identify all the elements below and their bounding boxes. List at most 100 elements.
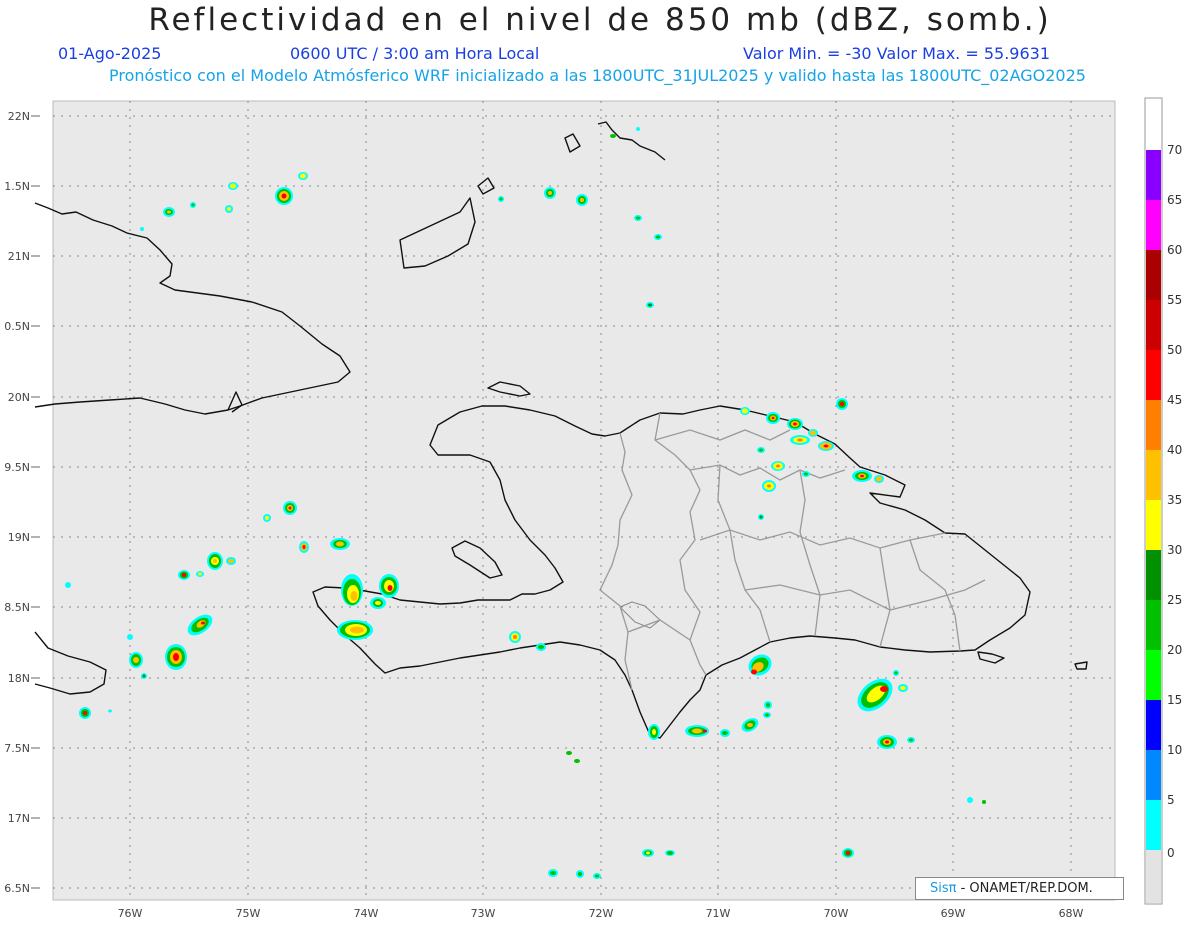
storm-cell: [634, 215, 642, 221]
colorbar-swatch: [1146, 850, 1161, 903]
storm-cell: [757, 447, 765, 453]
lat-label: 1.5N: [4, 180, 30, 193]
colorbar-tick: 35: [1167, 493, 1182, 507]
colorbar-swatch: [1146, 550, 1161, 600]
lat-label: 8.5N: [4, 601, 30, 614]
storm-cell: [207, 552, 223, 570]
colorbar-tick: 70: [1167, 143, 1182, 157]
colorbar: 70 65 60 55 50 45 40 35 30 25 20 15 10 5…: [1144, 97, 1182, 905]
storm-cell: [379, 574, 399, 598]
storm-cell: [196, 571, 204, 577]
lat-label: 20N: [8, 391, 30, 404]
storm-cell: [642, 849, 654, 857]
storm-cell: [685, 725, 709, 737]
colorbar-tick: 40: [1167, 443, 1182, 457]
storm-cell: [648, 724, 660, 740]
lon-label: 73W: [471, 907, 496, 920]
storm-cell: [141, 673, 147, 679]
storm-cell: [576, 870, 584, 878]
storm-cell: [646, 302, 654, 308]
credit-sis: Sisπ: [930, 881, 957, 896]
storm-cell: [808, 429, 818, 437]
storm-cell: [758, 514, 764, 520]
storm-cell: [226, 557, 236, 565]
storm-cell: [228, 182, 238, 190]
colorbar-tick: 25: [1167, 593, 1182, 607]
storm-cell: [790, 435, 810, 445]
colorbar-tick: 50: [1167, 343, 1182, 357]
storm-cell: [893, 670, 899, 676]
lat-label: 6.5N: [4, 882, 30, 895]
storm-cell: [337, 620, 373, 640]
colorbar-tick: 0: [1167, 846, 1175, 860]
lat-label: 22N: [8, 110, 30, 123]
storm-cell: [771, 461, 785, 471]
storm-cell: [852, 470, 872, 482]
storm-cell: [763, 712, 771, 718]
lon-label: 71W: [706, 907, 731, 920]
colorbar-swatch: [1146, 150, 1161, 200]
colorbar-tick: 30: [1167, 543, 1182, 557]
storm-cell: [275, 187, 293, 205]
storm-cell: [762, 480, 776, 492]
lat-label: 19N: [8, 531, 30, 544]
colorbar-swatch: [1146, 750, 1161, 800]
colorbar-tick: 45: [1167, 393, 1182, 407]
storm-cell: [787, 418, 803, 430]
storm-cell: [299, 541, 309, 553]
storm-cell: [163, 207, 175, 217]
storm-cell: [576, 194, 588, 206]
colorbar-tick: 20: [1167, 643, 1182, 657]
storm-cell: [548, 869, 558, 877]
colorbar-swatch: [1146, 400, 1161, 450]
colorbar-tick: 65: [1167, 193, 1182, 207]
lon-label: 74W: [354, 907, 379, 920]
storm-cell: [764, 701, 772, 709]
lon-label: 76W: [118, 907, 143, 920]
storm-cell: [536, 643, 546, 651]
lat-label: 0.5N: [4, 320, 30, 333]
storm-cell: [165, 644, 187, 670]
colorbar-swatch: [1146, 250, 1161, 300]
storm-cell: [225, 205, 233, 213]
lon-label: 70W: [824, 907, 849, 920]
colorbar-swatch: [1146, 450, 1161, 500]
credit-box: Sisπ - ONAMET/REP.DOM.: [915, 877, 1124, 900]
colorbar-swatch: [1146, 200, 1161, 250]
credit-org: - ONAMET/REP.DOM.: [956, 881, 1093, 896]
colorbar-tick: 5: [1167, 793, 1175, 807]
colorbar-tick: 60: [1167, 243, 1182, 257]
lat-label: 9.5N: [4, 461, 30, 474]
lon-label: 68W: [1059, 907, 1084, 920]
storm-cell: [509, 631, 521, 643]
lon-label: 72W: [589, 907, 614, 920]
lat-label: 7.5N: [4, 742, 30, 755]
storm-cell: [665, 850, 675, 856]
storm-cell: [740, 407, 750, 415]
storm-cell: [802, 471, 810, 477]
storm-cell: [263, 514, 271, 522]
lon-label: 75W: [236, 907, 261, 920]
colorbar-tick: 55: [1167, 293, 1182, 307]
map-frame: [52, 100, 1116, 901]
colorbar-swatch: [1146, 600, 1161, 650]
storm-cell: [877, 735, 897, 749]
storm-cell: [190, 202, 196, 208]
storm-cell: [842, 848, 854, 858]
storm-cell: [330, 538, 350, 550]
storm-cell: [836, 398, 848, 410]
colorbar-swatch: [1146, 500, 1161, 550]
storm-cell: [498, 196, 504, 202]
colorbar-swatch: [1146, 700, 1161, 750]
storm-cell: [654, 234, 662, 240]
colorbar-tick: 15: [1167, 693, 1182, 707]
colorbar-swatch: [1146, 650, 1161, 700]
storm-cell: [907, 737, 915, 743]
colorbar-swatch: [1146, 350, 1161, 400]
colorbar-swatch: [1146, 800, 1161, 850]
storm-cell: [766, 412, 780, 424]
storm-cell: [178, 570, 190, 580]
storm-cell: [283, 501, 297, 515]
storm-cell: [129, 652, 143, 668]
storm-cell: [341, 574, 363, 606]
